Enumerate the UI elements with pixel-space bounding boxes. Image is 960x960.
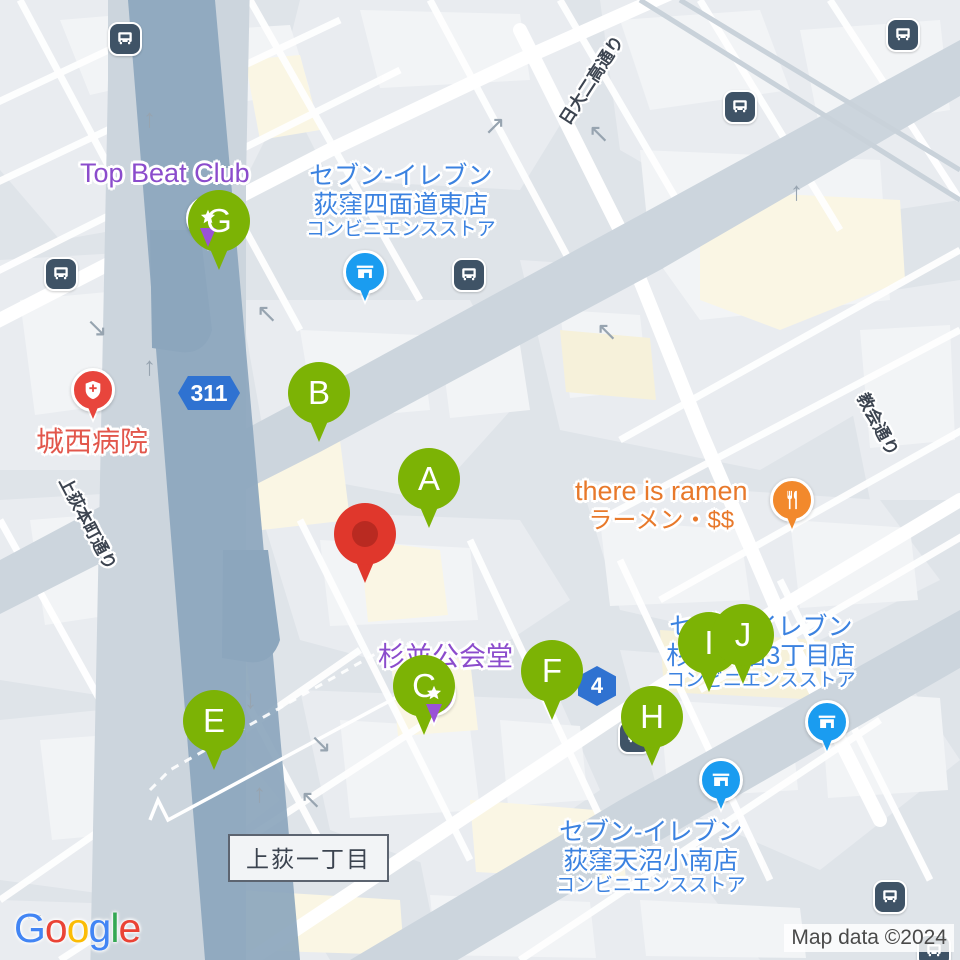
restaurant-icon (770, 478, 814, 522)
logo-letter-g1: G (14, 905, 46, 951)
place-label-top-beat-club: Top Beat Club (80, 158, 250, 189)
logo-letter-o2: o (66, 905, 90, 951)
place-label-seven-eleven-shimendo: セブン-イレブン 荻窪四面道東店 コンビニエンスストア (306, 162, 496, 241)
venue-icon (412, 672, 456, 716)
bus-icon (462, 268, 476, 281)
place-name-line2: 荻窪四面道東店 (313, 190, 489, 219)
result-pin-e[interactable]: E (183, 690, 245, 770)
route-shield-311[interactable]: 311 (178, 376, 240, 410)
bus-icon (733, 100, 747, 113)
bus-stop-icon[interactable] (886, 18, 920, 52)
map-canvas[interactable]: ↑ ↑ ↑ ↓ ↖ ↖ ↗ ↖ ↑ ↖ ↘ ← ↘ 日大二高通り 教会通り 上荻… (0, 0, 960, 960)
bus-icon (883, 890, 897, 903)
map-attribution: Map data ©2024 (784, 924, 954, 952)
store-pin-seven-eleven-shominami[interactable] (699, 758, 743, 814)
store-pin-seven-eleven-shimendo[interactable] (343, 250, 387, 306)
place-label-seven-eleven-shominami: セブン-イレブン 荻窪天沼小南店 コンビニエンスストア (556, 818, 746, 897)
route-shield-label: 4 (590, 673, 604, 698)
pin-letter: A (417, 460, 440, 497)
bus-stop-icon[interactable] (452, 258, 486, 292)
store-pin-seven-eleven-amanuma3[interactable] (805, 700, 849, 756)
place-category: コンビニエンスストア (556, 875, 746, 896)
google-logo[interactable]: Google (14, 905, 141, 952)
hospital-icon (71, 368, 115, 412)
bus-icon (118, 32, 132, 45)
place-category: コンビニエンスストア (306, 219, 496, 240)
place-label-there-is-ramen: there is ramen ラーメン・$$ (575, 476, 748, 534)
selected-location-pin[interactable] (334, 503, 396, 583)
district-name: 上荻一丁目 (246, 846, 371, 872)
logo-letter-e: e (118, 905, 141, 951)
bus-icon (54, 267, 68, 280)
result-pin-b[interactable]: B (288, 362, 350, 442)
result-pin-f[interactable]: F (521, 640, 583, 720)
route-shield-label: 311 (190, 379, 228, 406)
place-name-line2: 荻窪天沼小南店 (563, 846, 739, 875)
district-label-kamiogi-1chome: 上荻一丁目 (228, 834, 389, 882)
place-category: ラーメン・$$ (588, 506, 735, 534)
bus-stop-icon[interactable] (873, 880, 907, 914)
place-name: セブン-イレブン (309, 162, 493, 190)
pin-center-dot (352, 521, 378, 547)
store-icon (343, 250, 387, 294)
bus-stop-icon[interactable] (723, 90, 757, 124)
result-pin-h[interactable]: H (621, 686, 683, 766)
place-name: 城西病院 (36, 426, 149, 457)
hospital-pin-josai[interactable] (71, 368, 115, 424)
pin-letter: H (640, 698, 664, 735)
venue-icon (186, 196, 230, 240)
street-label-kamiogi-honcho: 上荻本町通り (55, 474, 120, 573)
pin-letter: J (734, 616, 752, 653)
store-icon (699, 758, 743, 802)
logo-letter-o1: o (44, 905, 68, 951)
pin-letter: F (541, 652, 563, 689)
street-label-layer: 日大二高通り 教会通り 上荻本町通り (0, 0, 960, 960)
result-pin-a[interactable]: A (398, 448, 460, 528)
restaurant-pin-there-is-ramen[interactable] (770, 478, 814, 534)
pin-letter: E (202, 702, 225, 739)
street-label-nichidai: 日大二高通り (556, 32, 628, 129)
place-label-josai-hospital: 城西病院 (36, 426, 148, 458)
pin-letter: B (307, 374, 330, 411)
bus-stop-icon[interactable] (108, 22, 142, 56)
store-icon (805, 700, 849, 744)
bus-stop-icon[interactable] (44, 257, 78, 291)
bus-icon (896, 28, 910, 41)
place-name: there is ramen (575, 476, 748, 506)
street-label-kyokai: 教会通り (853, 390, 902, 459)
place-name: セブン-イレブン (559, 818, 743, 846)
place-name: Top Beat Club (80, 158, 250, 188)
logo-letter-g2: g (88, 905, 112, 951)
